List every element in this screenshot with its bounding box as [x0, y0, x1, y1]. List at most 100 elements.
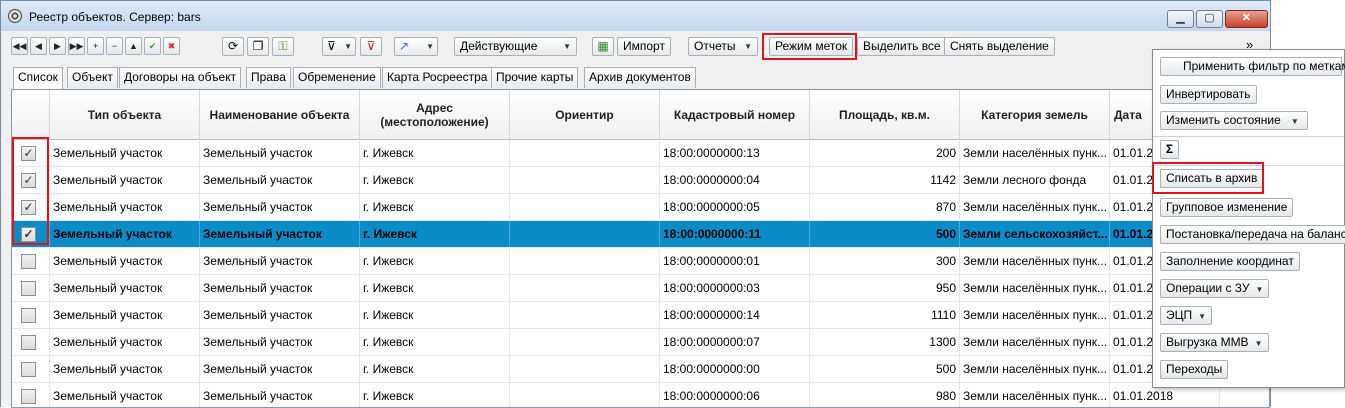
row-checkbox[interactable]	[21, 362, 36, 377]
column-header-category[interactable]: Категория земель	[960, 90, 1110, 140]
refresh-icon[interactable]: ⟳	[222, 37, 244, 56]
table-row[interactable]: Земельный участок Земельный участок г. Иже…	[12, 329, 1269, 356]
table-row[interactable]: Земельный участок Земельный участок г. Иже…	[12, 248, 1269, 275]
cell-check	[12, 248, 50, 274]
cell-category: Земли лесного фонда	[960, 167, 1110, 193]
column-header-landmark[interactable]: Ориентир	[510, 90, 660, 140]
delete-record-button[interactable]: −	[106, 37, 123, 55]
minimize-button[interactable]: ▁	[1167, 10, 1194, 28]
cell-address: г. Ижевск	[360, 194, 510, 220]
column-header-address[interactable]: Адрес (местоположение)	[360, 90, 510, 140]
arrow-icon: ↗	[399, 39, 410, 53]
row-checkbox[interactable]	[21, 335, 36, 350]
cell-check	[12, 383, 50, 407]
reports-label: Отчеты	[694, 39, 736, 53]
navigate-dropdown[interactable]: ↗ ▼	[394, 37, 438, 56]
cell-check	[12, 302, 50, 328]
tab-encumbrance[interactable]: Обременение	[293, 67, 381, 88]
table-row[interactable]: Земельный участок Земельный участок г. Иже…	[12, 302, 1269, 329]
reports-dropdown[interactable]: Отчеты ▼	[688, 37, 758, 56]
row-checkbox[interactable]	[21, 308, 36, 323]
column-header-check[interactable]	[12, 90, 50, 140]
cell-name: Земельный участок	[200, 302, 360, 328]
cell-area: 500	[810, 221, 960, 247]
tab-contracts[interactable]: Договоры на объект	[119, 67, 242, 88]
tab-document-archive[interactable]: Архив документов	[584, 67, 696, 88]
tab-rights[interactable]: Права	[246, 67, 291, 88]
cell-area: 200	[810, 140, 960, 166]
status-filter-select[interactable]: Действующие ▼	[454, 37, 577, 56]
tab-object[interactable]: Объект	[67, 67, 118, 88]
mmv-export-dropdown[interactable]: Выгрузка ММВ ▼	[1160, 333, 1269, 352]
column-header-type[interactable]: Тип объекта	[50, 90, 200, 140]
table-row[interactable]: Земельный участок Земельный участок г. Иже…	[12, 383, 1269, 407]
tab-rosreestr-map[interactable]: Карта Росреестра	[382, 67, 493, 88]
change-state-dropdown[interactable]: Изменить состояние ▼	[1160, 111, 1308, 130]
app-icon	[8, 9, 22, 23]
cell-cadastral: 18:00:0000000:06	[660, 383, 810, 407]
tab-list[interactable]: Список	[13, 67, 63, 89]
cell-name: Земельный участок	[200, 140, 360, 166]
cell-landmark	[510, 221, 660, 247]
next-record-button[interactable]: ▶	[49, 37, 66, 55]
cell-category: Земли населённых пунк...	[960, 194, 1110, 220]
group-change-button[interactable]: Групповое изменение	[1160, 198, 1294, 217]
change-state-label: Изменить состояние	[1166, 113, 1281, 127]
row-checkbox[interactable]	[21, 281, 36, 296]
add-record-button[interactable]: +	[87, 37, 104, 55]
cell-type: Земельный участок	[50, 194, 200, 220]
balance-transfer-button[interactable]: Постановка/передача на баланс	[1160, 225, 1345, 244]
cell-landmark	[510, 356, 660, 382]
overflow-menu-popup: Применить фильтр по меткам Инвертировать…	[1152, 49, 1345, 388]
last-record-button[interactable]: ▶▶	[68, 37, 85, 55]
row-checkbox[interactable]	[21, 389, 36, 404]
first-record-button[interactable]: ◀◀	[11, 37, 28, 55]
cell-check	[12, 275, 50, 301]
chevron-down-icon: ▼	[344, 42, 352, 51]
invert-button[interactable]: Инвертировать	[1160, 85, 1257, 104]
cell-category: Земли населённых пунк...	[960, 248, 1110, 274]
cell-address: г. Ижевск	[360, 356, 510, 382]
cell-address: г. Ижевск	[360, 140, 510, 166]
sum-icon[interactable]: Σ	[1160, 140, 1179, 159]
mmv-export-label: Выгрузка ММВ	[1166, 335, 1249, 349]
column-header-area[interactable]: Площадь, кв.м.	[810, 90, 960, 140]
table-row[interactable]: ✓ Земельный участок Земельный участок г. Иж…	[12, 221, 1269, 248]
table-row[interactable]: Земельный участок Земельный участок г. Иже…	[12, 356, 1269, 383]
import-button[interactable]: Импорт	[617, 37, 671, 56]
edit-record-button[interactable]: ▲	[125, 37, 142, 55]
column-header-cadastral[interactable]: Кадастровый номер	[660, 90, 810, 140]
maximize-button[interactable]: ▢	[1196, 10, 1223, 28]
tab-other-maps[interactable]: Прочие карты	[491, 67, 579, 88]
clear-filter-icon[interactable]: ⊽	[360, 37, 382, 56]
apply-mark-filter-button[interactable]: Применить фильтр по меткам	[1160, 57, 1345, 76]
table-row[interactable]: ✓ Земельный участок Земельный участок г. Иж…	[12, 194, 1269, 221]
row-checkbox[interactable]	[21, 254, 36, 269]
filter-dropdown[interactable]: ⊽ ▼	[322, 37, 356, 56]
cell-category: Земли населённых пунк...	[960, 140, 1110, 166]
transitions-button[interactable]: Переходы	[1160, 360, 1229, 379]
cell-check	[12, 329, 50, 355]
prev-record-button[interactable]: ◀	[30, 37, 47, 55]
cell-landmark	[510, 140, 660, 166]
clear-selection-button[interactable]: Снять выделение	[944, 37, 1055, 56]
select-all-button[interactable]: Выделить все	[857, 37, 947, 56]
fill-coordinates-button[interactable]: Заполнение координат	[1160, 252, 1300, 271]
ecp-dropdown[interactable]: ЭЦП ▼	[1160, 306, 1213, 325]
copy-icon[interactable]: ❐	[247, 37, 269, 56]
registry-window: Реестр объектов. Сервер: bars ▁ ▢ ✕ ◀◀ ◀…	[0, 0, 1271, 408]
cell-type: Земельный участок	[50, 302, 200, 328]
cell-type: Земельный участок	[50, 167, 200, 193]
excel-icon[interactable]: ▦	[592, 37, 614, 56]
popup-separator	[1153, 136, 1344, 137]
table-row[interactable]: Земельный участок Земельный участок г. Иже…	[12, 275, 1269, 302]
key-icon[interactable]: ⚿	[272, 37, 294, 56]
cancel-icon[interactable]: ✖	[163, 37, 180, 55]
table-row[interactable]: ✓ Земельный участок Земельный участок г. Иж…	[12, 167, 1269, 194]
column-header-name[interactable]: Наименование объекта	[200, 90, 360, 140]
close-button[interactable]: ✕	[1225, 10, 1268, 28]
confirm-icon[interactable]: ✔	[144, 37, 161, 55]
table-row[interactable]: ✓ Земельный участок Земельный участок г. Иж…	[12, 140, 1269, 167]
cell-area: 870	[810, 194, 960, 220]
zu-operations-dropdown[interactable]: Операции с ЗУ ▼	[1160, 279, 1270, 298]
